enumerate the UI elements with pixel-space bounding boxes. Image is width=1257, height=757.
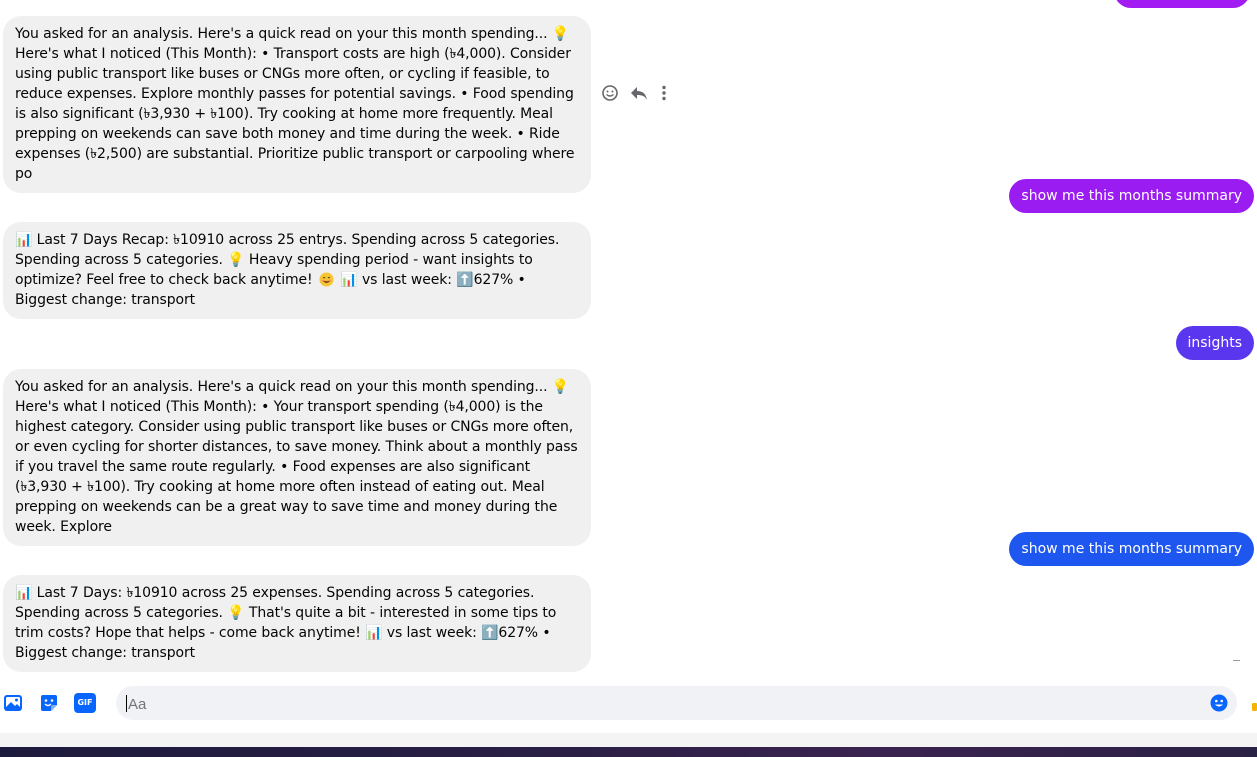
message-text: 📊 Last 7 Days: ৳10910 across 25 expenses… <box>15 585 557 661</box>
smiling-face-icon <box>319 272 334 287</box>
smiley-icon[interactable] <box>601 84 619 102</box>
message-text: insights <box>1187 335 1243 351</box>
message-text: You asked for an analysis. Here's a quic… <box>15 26 575 182</box>
outgoing-message-2[interactable]: insights <box>1175 326 1254 360</box>
divider <box>1233 660 1240 661</box>
incoming-message-2[interactable]: 📊 Last 7 Days Recap: ৳10910 across 25 en… <box>3 222 591 319</box>
window-bottom-edge <box>0 733 1257 747</box>
incoming-message-4[interactable]: 📊 Last 7 Days: ৳10910 across 25 expenses… <box>3 575 591 672</box>
image-icon[interactable] <box>2 692 24 714</box>
gif-label: GIF <box>77 698 93 707</box>
sticker-icon[interactable] <box>38 692 60 714</box>
incoming-message-1[interactable]: You asked for an analysis. Here's a quic… <box>3 16 591 193</box>
message-input[interactable] <box>126 686 1190 722</box>
more-icon[interactable] <box>659 84 669 102</box>
outgoing-message-1[interactable]: show me this months summary <box>1009 179 1254 213</box>
message-input-container <box>116 686 1237 722</box>
reply-icon[interactable] <box>629 84 649 102</box>
previous-outgoing-bubble[interactable] <box>1114 0 1250 8</box>
message-text: You asked for an analysis. Here's a quic… <box>15 379 578 535</box>
chat-window: You asked for an analysis. Here's a quic… <box>0 0 1257 757</box>
taskbar <box>0 747 1257 757</box>
emoji-icon[interactable] <box>1210 694 1228 712</box>
text-caret <box>126 695 127 712</box>
like-icon[interactable] <box>1252 703 1257 711</box>
outgoing-message-3[interactable]: show me this months summary <box>1009 532 1254 566</box>
message-text: show me this months summary <box>1021 541 1242 557</box>
incoming-message-3[interactable]: You asked for an analysis. Here's a quic… <box>3 369 591 546</box>
message-text: show me this months summary <box>1021 188 1242 204</box>
gif-button[interactable]: GIF <box>74 693 96 713</box>
message-actions <box>601 84 669 102</box>
